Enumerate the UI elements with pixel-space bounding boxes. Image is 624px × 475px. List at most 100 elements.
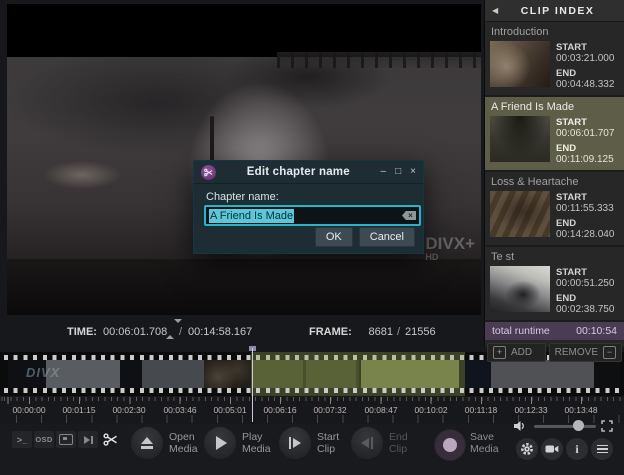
mini-toolbar: >_ OSD: [12, 431, 120, 448]
step-frame-button[interactable]: [78, 431, 98, 448]
ok-button[interactable]: OK: [314, 227, 353, 247]
film-frame: [204, 360, 252, 388]
start-time: 00:11:55.333: [556, 203, 614, 214]
video-figure-detail: [210, 116, 214, 164]
remove-chapter-button[interactable]: REMOVE −: [548, 343, 622, 362]
clip-end-icon: [360, 437, 374, 449]
clip-start-icon: [288, 437, 302, 449]
eject-icon: [141, 437, 153, 449]
spinner-up-icon[interactable]: [166, 323, 174, 339]
minimize-button[interactable]: –: [381, 167, 387, 177]
end-label: END: [556, 143, 577, 154]
start-time: 00:03:21.000: [556, 53, 615, 64]
add-chapter-button[interactable]: + ADD: [487, 343, 546, 362]
frame-separator: /: [397, 326, 401, 338]
cut-tool-button[interactable]: [100, 431, 120, 448]
play-media-button[interactable]: [204, 427, 236, 459]
end-clip-button[interactable]: [351, 427, 383, 459]
frame-capture-button[interactable]: [56, 431, 76, 448]
ruler-tick-label: 00:02:30: [112, 405, 146, 415]
start-label: START: [556, 267, 587, 278]
maximize-button[interactable]: □: [395, 167, 401, 177]
ruler-tick-label: 00:05:01: [213, 405, 247, 415]
chapter-name: Te st: [491, 251, 515, 263]
chapter-name-input[interactable]: A Friend Is Made ×: [204, 205, 421, 226]
time-label: TIME:: [67, 326, 97, 338]
ruler-tick-label: 00:12:33: [514, 405, 548, 415]
open-media-button[interactable]: [131, 427, 163, 459]
status-row: TIME: 00:06:01.708 / 00:14:58.167 FRAME:…: [7, 318, 481, 346]
ruler-tick-label: 00:01:15: [62, 405, 96, 415]
end-time: 00:04:48.332: [556, 79, 615, 90]
close-button[interactable]: ×: [410, 167, 416, 177]
chapter-thumbnail: [490, 116, 550, 162]
chapter-name-field-label: Chapter name:: [206, 191, 279, 203]
clip-index-title: CLIP INDEX: [520, 4, 595, 17]
chapter-thumbnail: [490, 41, 550, 87]
playhead-line[interactable]: [252, 348, 253, 422]
add-label: ADD: [511, 347, 533, 358]
info-icon: i: [575, 441, 579, 456]
ruler-tick-label: 00:07:32: [313, 405, 347, 415]
total-runtime-value: 00:10:54: [576, 325, 617, 337]
minus-icon: −: [603, 346, 616, 359]
time-total-value: 00:14:58.167: [188, 326, 253, 338]
ruler-tick-label: 00:10:02: [414, 405, 448, 415]
video-ridge-detail: [277, 52, 481, 68]
chapter-item-a-friend-is-made[interactable]: A Friend Is Made START 00:06:01.707 END …: [485, 97, 624, 172]
chapter-thumbnail: [490, 191, 550, 237]
chapter-thumbnail: [490, 266, 550, 312]
chapter-times: START 00:00:51.250 END 00:02:38.750: [556, 266, 614, 315]
volume-slider-handle[interactable]: [573, 420, 584, 431]
divx-watermark-line1: DIVX+: [425, 234, 475, 253]
dialog-titlebar[interactable]: Edit chapter name – □ ×: [194, 161, 423, 184]
step-forward-icon: [83, 435, 93, 444]
frame-total-value: 21556: [405, 326, 436, 338]
chapter-times: START 00:03:21.000 END 00:04:48.332: [556, 41, 614, 90]
dialog-buttons: OK Cancel: [314, 227, 415, 247]
end-time: 00:02:38.750: [556, 304, 615, 315]
timeline-ruler[interactable]: 00:00:00 00:01:15 00:02:30 00:03:46 00:0…: [0, 397, 624, 424]
scissors-icon: [204, 168, 213, 176]
speaker-icon[interactable]: [513, 420, 526, 432]
time-spinner[interactable]: [166, 319, 182, 339]
start-time: 00:00:51.250: [556, 278, 615, 289]
ruler-tick-label: 00:08:47: [364, 405, 398, 415]
panel-actions: + ADD REMOVE −: [485, 340, 624, 365]
end-label: END: [556, 293, 577, 304]
ruler-tick-label: 00:03:46: [163, 405, 197, 415]
terminal-icon: >_: [16, 434, 28, 445]
chapter-item-test[interactable]: Te st START 00:00:51.250 END 00:02:38.75…: [485, 247, 624, 322]
frame-icon: [59, 434, 73, 445]
info-button[interactable]: i: [566, 438, 588, 460]
start-clip-button[interactable]: [279, 427, 311, 459]
settings-button[interactable]: [516, 438, 538, 460]
total-runtime-label: total runtime: [492, 325, 550, 337]
fullscreen-icon[interactable]: [601, 420, 613, 432]
end-time: 00:11:09.125: [556, 154, 614, 165]
start-label: START: [556, 42, 587, 53]
start-label: START: [556, 117, 587, 128]
terminal-toggle-button[interactable]: >_: [12, 431, 32, 448]
cancel-button[interactable]: Cancel: [358, 227, 415, 247]
film-sprocket-holes-bottom: [4, 388, 620, 393]
clear-input-icon[interactable]: ×: [402, 211, 416, 220]
edit-chapter-dialog: Edit chapter name – □ × Chapter name: A …: [193, 160, 424, 254]
video-settings-button[interactable]: [541, 438, 563, 460]
total-runtime-row: total runtime 00:10:54: [485, 322, 624, 340]
play-icon: [216, 436, 227, 450]
playlist-button[interactable]: [591, 438, 613, 460]
end-label: END: [556, 68, 577, 79]
time-current-value[interactable]: 00:06:01.708: [103, 326, 167, 338]
time-separator: /: [179, 326, 183, 338]
chapter-item-loss-heartache[interactable]: Loss & Heartache START 00:11:55.333 END …: [485, 172, 624, 247]
list-icon: [596, 444, 608, 454]
ruler-major-ticks: [0, 397, 624, 404]
chapter-name: Introduction: [491, 26, 549, 38]
volume-slider-track[interactable]: [534, 425, 596, 428]
clip-index-header: ◀ CLIP INDEX: [485, 0, 624, 22]
divx-watermark: DIVX+ HD: [425, 235, 475, 262]
osd-toggle-button[interactable]: OSD: [34, 431, 54, 448]
save-media-button[interactable]: [434, 429, 466, 461]
chapter-item-introduction[interactable]: Introduction START 00:03:21.000 END 00:0…: [485, 22, 624, 97]
